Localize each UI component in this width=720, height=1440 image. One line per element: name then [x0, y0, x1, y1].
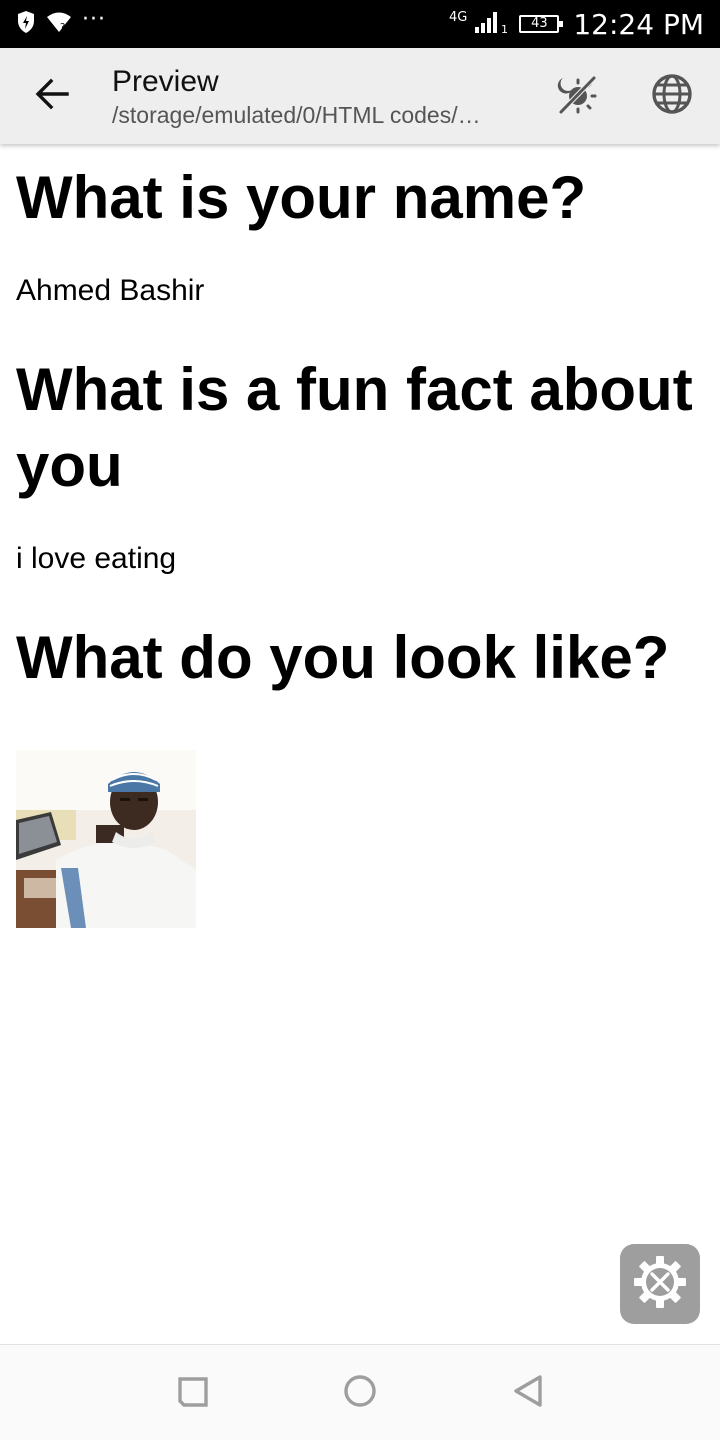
battery-icon: 43	[519, 15, 564, 33]
app-bar: Preview /storage/emulated/0/HTML codes/…	[0, 48, 720, 144]
system-nav-bar	[0, 1344, 720, 1440]
signal-icon: 1	[475, 10, 511, 39]
answer-name: Ahmed Bashir	[16, 274, 205, 307]
question-fun-fact-heading: What is a fun fact about you	[16, 356, 693, 499]
triangle-icon	[510, 1373, 546, 1414]
status-bar: ? ··· 4G 1 43 12:24 PM	[0, 0, 720, 48]
back-button[interactable]	[24, 72, 80, 120]
svg-text:?: ?	[60, 22, 65, 33]
settings-tools-icon	[632, 1254, 688, 1315]
shield-icon	[16, 10, 36, 39]
settings-fab-button[interactable]	[620, 1244, 700, 1324]
globe-button[interactable]	[644, 70, 700, 122]
file-path: /storage/emulated/0/HTML codes/…	[112, 102, 481, 128]
home-button[interactable]	[336, 1373, 384, 1413]
wifi-icon: ?	[46, 11, 72, 38]
question-name-heading: What is your name?	[16, 164, 587, 231]
clock: 12:24 PM	[573, 7, 704, 41]
globe-icon	[651, 73, 693, 120]
network-type: 4G	[449, 9, 468, 25]
notification-overflow: ···	[82, 7, 106, 32]
nav-back-button[interactable]	[504, 1373, 552, 1413]
sim-slot: 1	[501, 23, 508, 34]
square-icon	[174, 1373, 210, 1414]
recent-apps-button[interactable]	[168, 1373, 216, 1413]
preview-content: What is your name? Ahmed Bashir What is …	[16, 144, 706, 928]
theme-toggle-button[interactable]	[548, 70, 604, 122]
theme-toggle-icon	[554, 72, 598, 121]
arrow-left-icon	[34, 78, 70, 115]
profile-photo	[16, 750, 196, 928]
page-title: Preview	[112, 65, 219, 98]
title-block: Preview /storage/emulated/0/HTML codes/…	[112, 64, 522, 130]
answer-fun-fact: i love eating	[16, 542, 177, 575]
question-appearance-heading: What do you look like?	[16, 624, 670, 691]
circle-icon	[342, 1373, 378, 1414]
